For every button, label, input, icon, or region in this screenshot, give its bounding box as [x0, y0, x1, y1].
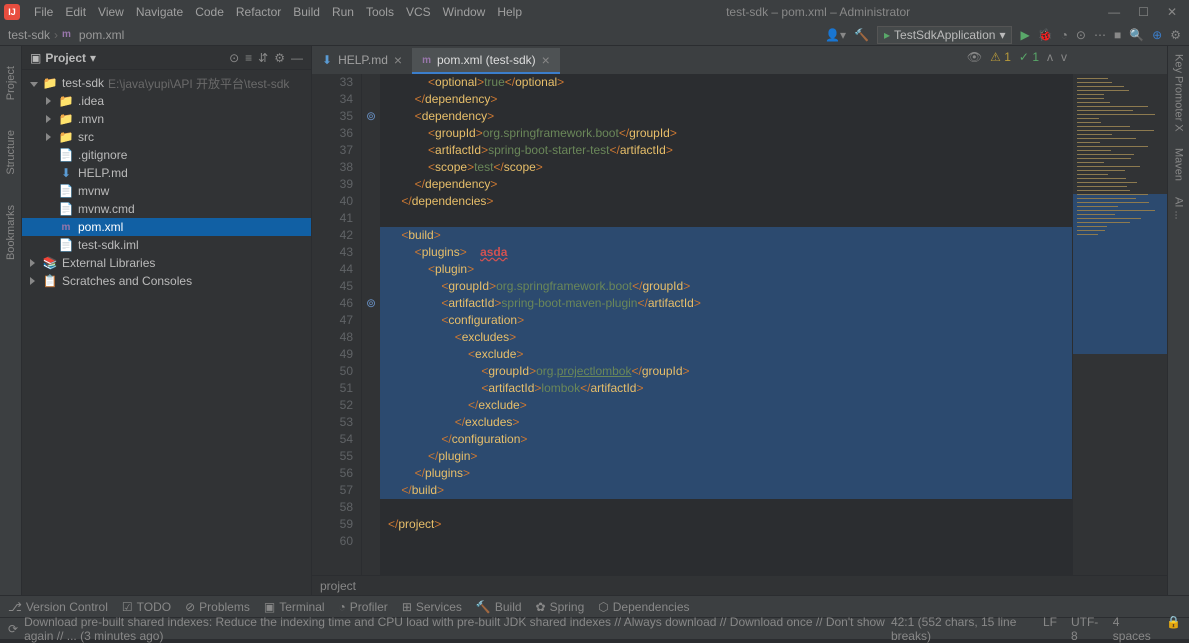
main-menu: FileEditViewNavigateCodeRefactorBuildRun…: [28, 5, 528, 19]
plugins-icon[interactable]: ⊕: [1152, 28, 1162, 42]
menu-vcs[interactable]: VCS: [400, 5, 437, 19]
user-icon[interactable]: 👤▾: [825, 28, 846, 42]
tree-item--mvn[interactable]: 📁.mvn: [22, 110, 311, 128]
readonly-lock-icon[interactable]: 🔒: [1166, 615, 1181, 643]
tree-item-scratches-and-consoles[interactable]: 📋Scratches and Consoles: [22, 272, 311, 290]
menu-navigate[interactable]: Navigate: [130, 5, 189, 19]
tree-item-external-libraries[interactable]: 📚External Libraries: [22, 254, 311, 272]
rail-bookmarks[interactable]: Bookmarks: [5, 205, 17, 260]
profile-icon[interactable]: ⊙: [1076, 28, 1086, 42]
editor-area: ⬇HELP.md×mpom.xml (test-sdk)× 👁 ⚠ 1 ✓ 1 …: [312, 46, 1167, 595]
file-encoding[interactable]: UTF-8: [1071, 615, 1099, 643]
tool-spring[interactable]: ✿Spring: [536, 600, 585, 614]
menu-tools[interactable]: Tools: [360, 5, 400, 19]
run-configuration-dropdown[interactable]: ▸TestSdkApplication▾: [877, 26, 1012, 44]
indent-setting[interactable]: 4 spaces: [1113, 615, 1152, 643]
maven-icon: m: [58, 29, 75, 40]
tree-item-test-sdk[interactable]: 📁test-sdkE:\java\yupi\API 开放平台\test-sdk: [22, 74, 311, 92]
menu-help[interactable]: Help: [491, 5, 528, 19]
tab-pom-xml-test-sdk-[interactable]: mpom.xml (test-sdk)×: [412, 48, 560, 74]
run-icon[interactable]: ▶: [1020, 28, 1029, 42]
tool-problems[interactable]: ⊘Problems: [185, 600, 250, 614]
panel-settings-icon[interactable]: ⚙: [274, 51, 285, 65]
menu-view[interactable]: View: [92, 5, 130, 19]
tool-terminal[interactable]: ▣Terminal: [264, 600, 325, 614]
right-tool-rail: Key Promoter X Maven AI ...: [1167, 46, 1189, 595]
status-message[interactable]: Download pre-built shared indexes: Reduc…: [24, 615, 891, 643]
line-separator[interactable]: LF: [1043, 615, 1057, 643]
app-logo-icon: IJ: [4, 4, 20, 20]
gutter-icons[interactable]: ⊚⊚: [362, 74, 380, 575]
tree-item-mvnw-cmd[interactable]: 📄mvnw.cmd: [22, 200, 311, 218]
tool-services[interactable]: ⊞Services: [402, 600, 462, 614]
minimize-icon[interactable]: —: [1108, 5, 1120, 19]
tree-item-src[interactable]: 📁src: [22, 128, 311, 146]
select-opened-icon[interactable]: ⊙: [229, 51, 239, 65]
status-bar: ⟳ Download pre-built shared indexes: Red…: [0, 617, 1189, 639]
tab-close-icon[interactable]: ×: [542, 52, 550, 68]
menu-refactor[interactable]: Refactor: [230, 5, 287, 19]
rail-project[interactable]: Project: [5, 66, 17, 100]
code-editor[interactable]: <optional>true</optional> </dependency> …: [380, 74, 1072, 575]
tree-item-test-sdk-iml[interactable]: 📄test-sdk.iml: [22, 236, 311, 254]
cursor-position[interactable]: 42:1 (552 chars, 15 line breaks): [891, 615, 1029, 643]
menu-edit[interactable]: Edit: [59, 5, 92, 19]
hide-hints-icon[interactable]: 👁: [967, 50, 982, 64]
tool-build[interactable]: 🔨Build: [476, 600, 522, 614]
tool-todo[interactable]: ☑TODO: [122, 600, 171, 614]
minimap[interactable]: [1072, 74, 1167, 575]
line-number-gutter[interactable]: 3334353637383940414243444546474849505152…: [312, 74, 362, 575]
rail-structure[interactable]: Structure: [5, 130, 17, 175]
coverage-icon[interactable]: ◔: [1061, 28, 1068, 42]
menu-build[interactable]: Build: [287, 5, 326, 19]
search-icon[interactable]: 🔍: [1129, 28, 1144, 42]
project-tree[interactable]: 📁test-sdkE:\java\yupi\API 开放平台\test-sdk📁…: [22, 70, 311, 595]
breadcrumb-root[interactable]: test-sdk: [4, 28, 54, 42]
editor-breadcrumb[interactable]: project: [312, 575, 1167, 595]
title-bar: IJ FileEditViewNavigateCodeRefactorBuild…: [0, 0, 1189, 24]
menu-window[interactable]: Window: [437, 5, 492, 19]
rail-maven[interactable]: Maven: [1173, 148, 1185, 181]
breadcrumb-file[interactable]: pom.xml: [75, 28, 128, 42]
editor-inspections[interactable]: 👁 ⚠ 1 ✓ 1 ʌv: [967, 50, 1067, 64]
tree-item-pom-xml[interactable]: mpom.xml: [22, 218, 311, 236]
tool-dependencies[interactable]: ⬡Dependencies: [598, 600, 689, 614]
expand-all-icon[interactable]: ≡: [245, 51, 252, 65]
maximize-icon[interactable]: ☐: [1138, 5, 1149, 19]
project-tool-window: ▣ Project ▾ ⊙ ≡ ⇵ ⚙ — 📁test-sdkE:\java\y…: [22, 46, 312, 595]
tab-close-icon[interactable]: ×: [394, 52, 402, 68]
collapse-all-icon[interactable]: ⇵: [258, 51, 268, 65]
hide-panel-icon[interactable]: —: [291, 51, 303, 65]
indexing-indicator-icon[interactable]: ⟳: [8, 622, 18, 636]
debug-icon[interactable]: 🐞: [1038, 28, 1053, 42]
rail-key-promoter-x[interactable]: Key Promoter X: [1173, 54, 1185, 132]
tree-item-help-md[interactable]: ⬇HELP.md: [22, 164, 311, 182]
tab-help-md[interactable]: ⬇HELP.md×: [312, 48, 412, 74]
rail-ai-...[interactable]: AI ...: [1173, 197, 1185, 220]
settings-icon[interactable]: ⚙: [1170, 28, 1181, 42]
tool-version-control[interactable]: ⎇Version Control: [8, 600, 108, 614]
tree-item--idea[interactable]: 📁.idea: [22, 92, 311, 110]
tool-profiler[interactable]: ◔Profiler: [339, 600, 388, 614]
build-icon[interactable]: 🔨: [854, 28, 869, 42]
stop-icon[interactable]: ■: [1114, 28, 1121, 42]
window-title: test-sdk – pom.xml – Administrator: [528, 5, 1108, 19]
tree-item--gitignore[interactable]: 📄.gitignore: [22, 146, 311, 164]
left-tool-rail: Project Structure Bookmarks: [0, 46, 22, 595]
panel-title: Project: [45, 51, 86, 65]
menu-run[interactable]: Run: [326, 5, 360, 19]
tree-item-mvnw[interactable]: 📄mvnw: [22, 182, 311, 200]
navigation-bar: test-sdk › m pom.xml 👤▾ 🔨 ▸TestSdkApplic…: [0, 24, 1189, 46]
more-run-icon[interactable]: ⋯: [1094, 28, 1106, 42]
menu-code[interactable]: Code: [189, 5, 230, 19]
close-icon[interactable]: ✕: [1167, 5, 1177, 19]
menu-file[interactable]: File: [28, 5, 59, 19]
